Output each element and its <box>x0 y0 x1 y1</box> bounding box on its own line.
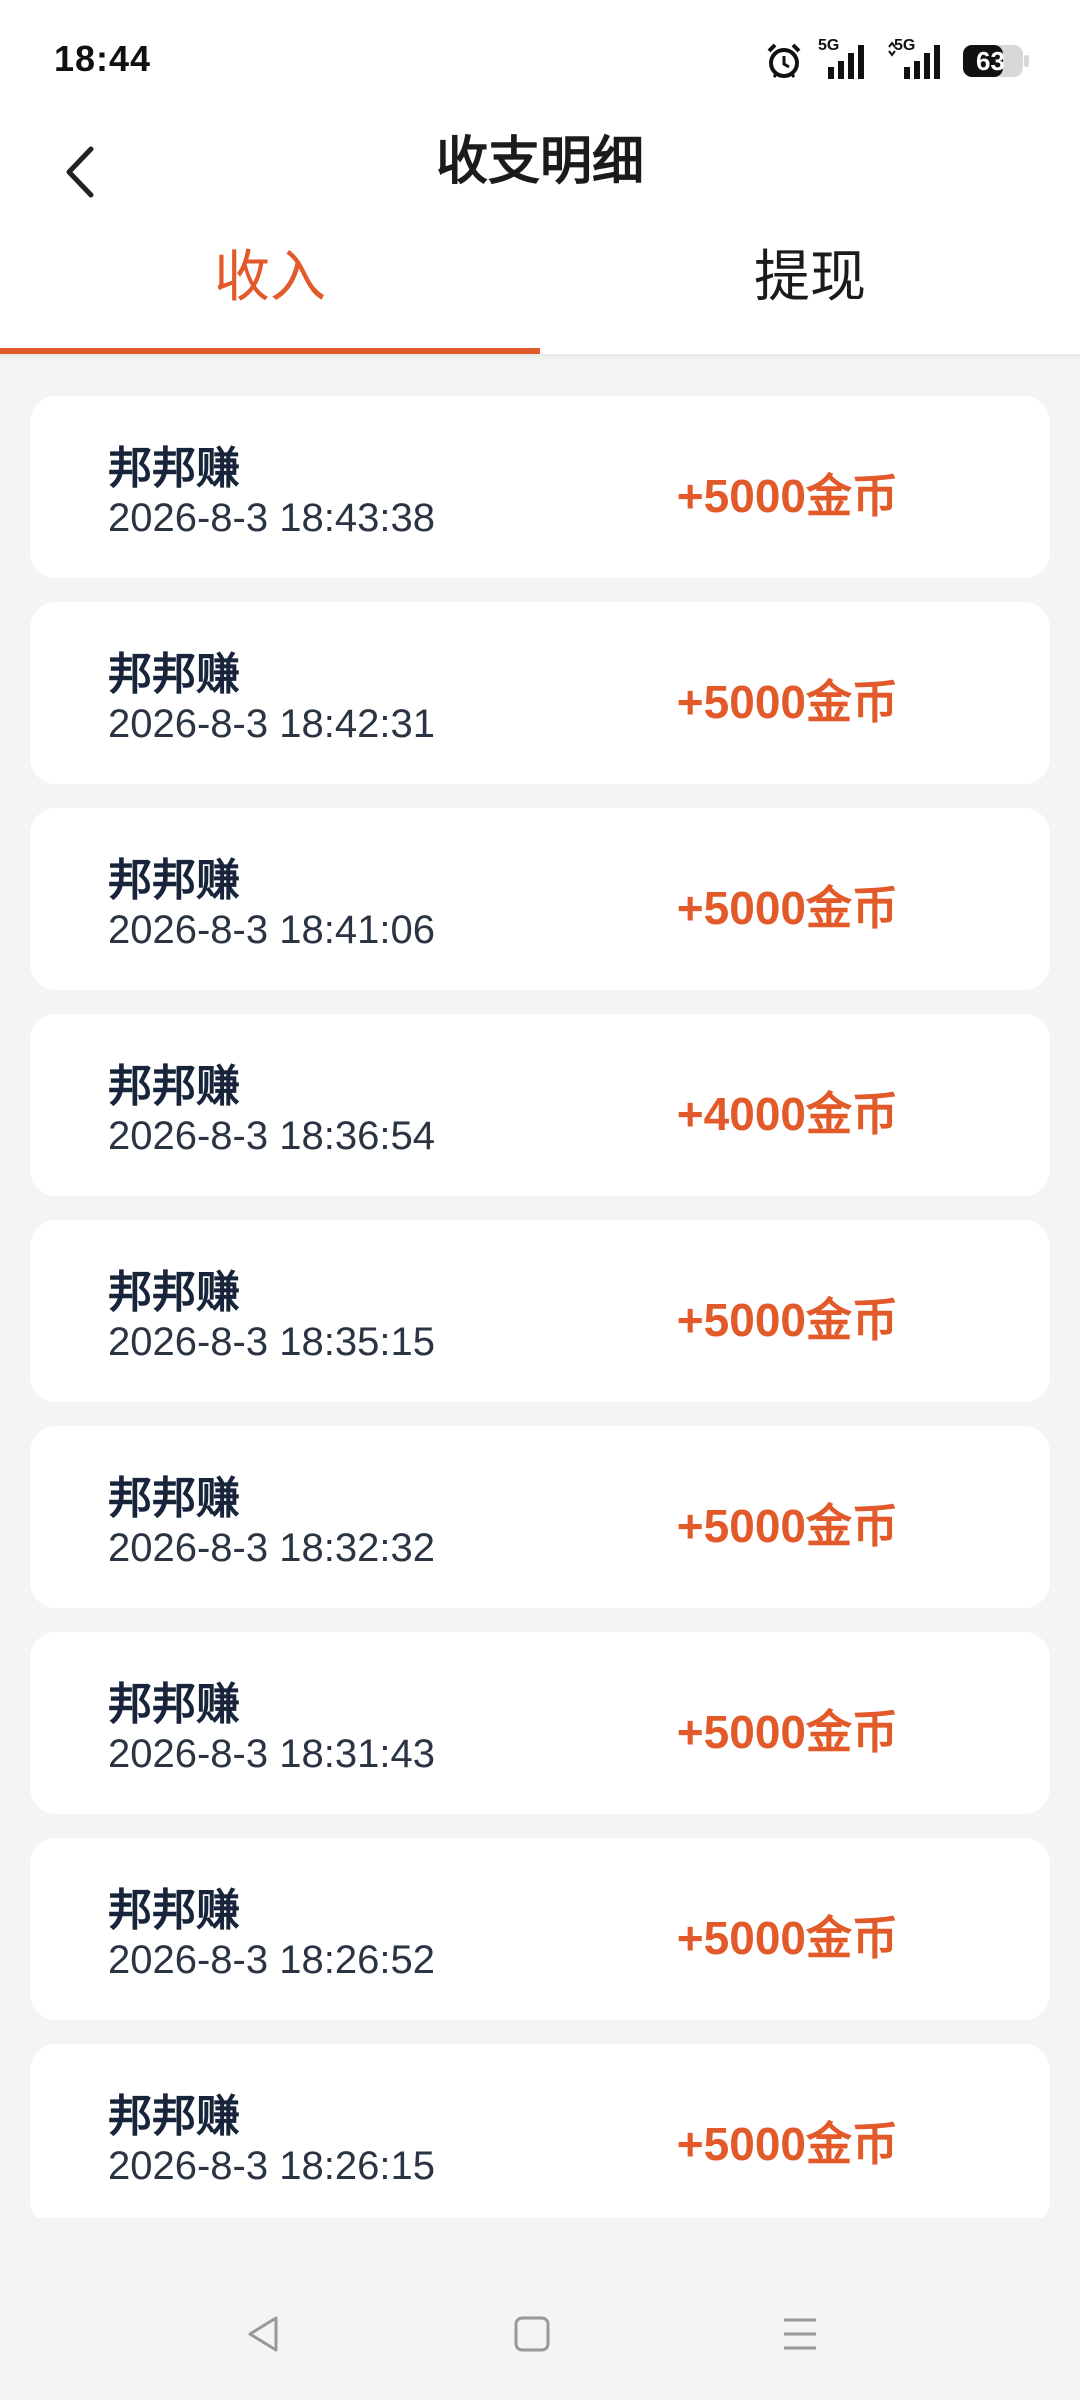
list-item[interactable]: 邦邦赚 2026-8-3 18:36:54 +4000金币 <box>30 1014 1050 1196</box>
nav-bar: 收支明细 <box>0 122 1080 232</box>
record-time: 2026-8-3 18:26:15 <box>108 2144 435 2188</box>
record-source: 邦邦赚 <box>108 1680 240 1729</box>
record-time: 2026-8-3 18:41:06 <box>108 908 435 952</box>
list-item[interactable]: 邦邦赚 2026-8-3 18:32:32 +5000金币 <box>30 1426 1050 1608</box>
record-amount: +5000金币 <box>676 882 898 934</box>
record-time: 2026-8-3 18:43:38 <box>108 496 435 540</box>
record-source: 邦邦赚 <box>108 1268 240 1317</box>
record-amount: +5000金币 <box>676 1912 898 1964</box>
signal-icon: 5G <box>886 37 948 81</box>
income-record-list[interactable]: 邦邦赚 2026-8-3 18:43:38 +5000金币 邦邦赚 2026-8… <box>30 396 1050 2218</box>
home-square-icon <box>514 2316 550 2352</box>
tab-bar: 收入 提现 <box>0 232 1080 354</box>
list-item[interactable]: 邦邦赚 2026-8-3 18:31:43 +5000金币 <box>30 1632 1050 1814</box>
status-time: 18:44 <box>54 38 152 79</box>
record-source: 邦邦赚 <box>108 1062 240 1111</box>
status-bar: 18:44 5G 5G 63 <box>0 0 1080 122</box>
record-amount: +5000金币 <box>676 1706 898 1758</box>
list-item[interactable]: 邦邦赚 2026-8-3 18:43:38 +5000金币 <box>30 396 1050 578</box>
system-home-button[interactable] <box>502 2304 562 2364</box>
tab-income[interactable]: 收入 <box>0 232 540 354</box>
record-source: 邦邦赚 <box>108 1474 240 1523</box>
tabs-divider <box>0 354 1080 360</box>
alarm-icon <box>764 41 804 81</box>
signal-icon: 5G <box>818 37 872 81</box>
back-triangle-icon <box>248 2316 278 2352</box>
record-amount: +5000金币 <box>676 676 898 728</box>
network-type-label: 5G <box>894 37 916 54</box>
status-icons: 5G 5G 63 <box>764 37 1030 84</box>
record-source: 邦邦赚 <box>108 650 240 699</box>
chevron-left-icon <box>66 146 94 198</box>
list-item[interactable]: 邦邦赚 2026-8-3 18:41:06 +5000金币 <box>30 808 1050 990</box>
list-item[interactable]: 邦邦赚 2026-8-3 18:26:15 +5000金币 <box>30 2044 1050 2218</box>
system-back-button[interactable] <box>234 2304 294 2364</box>
record-source: 邦邦赚 <box>108 856 240 905</box>
network-type-label: 5G <box>818 37 840 54</box>
record-amount: +5000金币 <box>676 1500 898 1552</box>
record-source: 邦邦赚 <box>108 2092 240 2141</box>
back-button[interactable] <box>44 132 114 212</box>
list-item[interactable]: 邦邦赚 2026-8-3 18:35:15 +5000金币 <box>30 1220 1050 1402</box>
list-item[interactable]: 邦邦赚 2026-8-3 18:26:52 +5000金币 <box>30 1838 1050 2020</box>
record-time: 2026-8-3 18:35:15 <box>108 1320 435 1364</box>
list-item[interactable]: 邦邦赚 2026-8-3 18:42:31 +5000金币 <box>30 602 1050 784</box>
top-area: 18:44 5G 5G 63 收支明细 收入 提现 <box>0 0 1080 354</box>
record-amount: +5000金币 <box>676 1294 898 1346</box>
record-amount: +4000金币 <box>676 1088 898 1140</box>
record-source: 邦邦赚 <box>108 444 240 493</box>
record-time: 2026-8-3 18:32:32 <box>108 1526 435 1570</box>
record-source: 邦邦赚 <box>108 1886 240 1935</box>
record-amount: +5000金币 <box>676 2118 898 2170</box>
system-menu-button[interactable] <box>770 2304 830 2364</box>
record-time: 2026-8-3 18:42:31 <box>108 702 435 746</box>
page-title: 收支明细 <box>435 133 644 191</box>
record-time: 2026-8-3 18:36:54 <box>108 1114 435 1158</box>
tab-withdraw[interactable]: 提现 <box>540 232 1080 354</box>
battery-icon: 63 <box>962 44 1030 78</box>
record-time: 2026-8-3 18:31:43 <box>108 1732 435 1776</box>
menu-lines-icon <box>784 2318 816 2350</box>
record-time: 2026-8-3 18:26:52 <box>108 1938 435 1982</box>
record-amount: +5000金币 <box>676 470 898 522</box>
battery-level: 63 <box>976 46 1005 76</box>
system-navigation-bar <box>0 2260 1080 2400</box>
